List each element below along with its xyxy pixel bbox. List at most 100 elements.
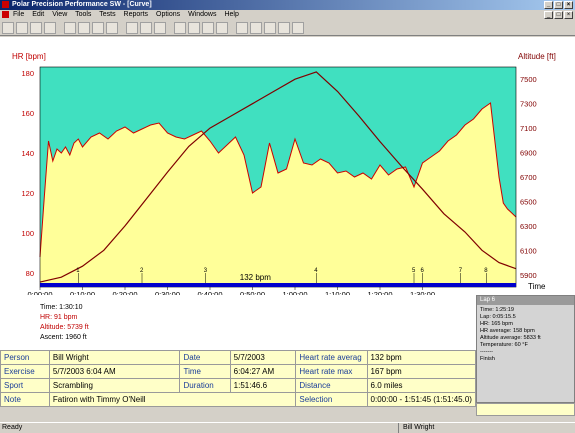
stat-altitude: Altitude: 5739 ft — [40, 324, 89, 331]
menu-help[interactable]: Help — [224, 11, 238, 18]
left-tick-label: 140 — [21, 149, 34, 158]
hr-max-label: Heart rate max — [295, 364, 368, 379]
bar-chart-2-icon[interactable] — [250, 21, 262, 34]
selection-label: Selection — [295, 392, 368, 407]
right-tick-label: 6700 — [520, 173, 537, 182]
right-tick-label: 7500 — [520, 75, 537, 84]
distance-value: 6.0 miles — [366, 378, 477, 393]
person-value[interactable]: Bill Wright — [48, 350, 181, 365]
close-button[interactable]: × — [564, 1, 573, 9]
right-tick-label: 6100 — [520, 246, 537, 255]
chart-icon[interactable] — [126, 21, 138, 34]
info-icon[interactable] — [216, 21, 228, 34]
left-tick-label: 160 — [21, 109, 34, 118]
save-icon[interactable] — [16, 21, 28, 34]
bar-icon[interactable] — [154, 21, 166, 34]
menu-edit[interactable]: Edit — [32, 11, 44, 18]
distance-label: Distance — [295, 378, 368, 393]
person-icon[interactable] — [64, 21, 76, 34]
exercise-value[interactable]: 5/7/2003 6:04 AM — [48, 364, 181, 379]
person-label: Person — [0, 350, 50, 365]
note-value[interactable]: Fatiron with Timmy O'Neill — [48, 392, 297, 407]
app-icon — [2, 1, 9, 8]
right-tick-label: 7100 — [520, 124, 537, 133]
duration-value[interactable]: 1:51:46.6 — [229, 378, 297, 393]
folder-icon[interactable] — [106, 21, 118, 34]
sport-value[interactable]: Scrambling — [48, 378, 181, 393]
bar-chart-4-icon[interactable] — [278, 21, 290, 34]
info-table-end-cell — [476, 403, 575, 416]
table-icon[interactable] — [140, 21, 152, 34]
bar-chart-5-icon[interactable] — [292, 21, 304, 34]
left-tick-label: 100 — [21, 229, 34, 238]
search-icon[interactable] — [174, 21, 186, 34]
exercise-info-table: Person Bill Wright Date 5/7/2003 Heart r… — [0, 350, 477, 407]
menu-reports[interactable]: Reports — [124, 11, 149, 18]
hr-avg-value: 132 bpm — [366, 350, 477, 365]
date-value[interactable]: 5/7/2003 — [229, 350, 297, 365]
stat-ascent: Ascent: 1960 ft — [40, 334, 87, 341]
lap-line: Temperature: 60 °F — [480, 342, 528, 348]
menu-tests[interactable]: Tests — [99, 11, 115, 18]
lap-line: Altitude average: 5833 ft — [480, 335, 541, 341]
print-icon[interactable] — [30, 21, 42, 34]
right-tick-label: 7300 — [520, 100, 537, 109]
time-value[interactable]: 6:04:27 AM — [229, 364, 297, 379]
threshold-label: 132 bpm — [240, 273, 271, 282]
minimize-button[interactable]: _ — [544, 1, 553, 9]
note-label: Note — [0, 392, 50, 407]
calendar-icon[interactable] — [92, 21, 104, 34]
curve-chart[interactable]: 132 bpm 1 2 3 4 5 6 7 8 80 100 120 140 160 180 5900 6100… — [0, 37, 575, 299]
exercise-label: Exercise — [0, 364, 50, 379]
chart-svg[interactable]: 132 bpm1 2 3 4 5 6 7 88010012014016018059006100… — [0, 37, 575, 299]
zoom-icon[interactable] — [188, 21, 200, 34]
mdi-minimize-button[interactable]: _ — [544, 11, 553, 19]
mdi-close-button[interactable]: × — [564, 11, 573, 19]
bar-chart-3-icon[interactable] — [264, 21, 276, 34]
menu-file[interactable]: File — [13, 11, 24, 18]
title-bar: Polar Precision Performance SW - [Curve]… — [0, 0, 575, 10]
zoom-out-icon[interactable] — [202, 21, 214, 34]
maximize-button[interactable]: □ — [554, 1, 563, 9]
mdi-restore-button[interactable]: □ — [554, 11, 563, 19]
menu-view[interactable]: View — [52, 11, 67, 18]
stat-time: Time: 1:30:10 — [40, 304, 83, 311]
document-icon — [2, 11, 9, 18]
lap-line: Finish — [480, 356, 495, 362]
toolbar — [0, 20, 575, 36]
menu-options[interactable]: Options — [156, 11, 180, 18]
date-label: Date — [179, 350, 231, 365]
hr-max-value: 167 bpm — [366, 364, 477, 379]
right-tick-label: 5900 — [520, 271, 537, 280]
open-icon[interactable] — [2, 21, 14, 34]
hr-avg-label: Heart rate averag — [295, 350, 368, 365]
menu-tools[interactable]: Tools — [75, 11, 91, 18]
bar-chart-1-icon[interactable] — [236, 21, 248, 34]
x-axis-label: Time — [528, 282, 546, 291]
menu-bar: File Edit View Tools Tests Reports Optio… — [0, 10, 575, 20]
left-tick-label: 120 — [21, 189, 34, 198]
lap-line: Lap: 0:05:15.5 — [480, 314, 516, 320]
exercise-icon[interactable] — [78, 21, 90, 34]
y-axis-right-label: Altitude [ft] — [518, 52, 556, 61]
status-bar: Ready Bill Wright — [0, 422, 575, 433]
menu-windows[interactable]: Windows — [188, 11, 216, 18]
lap-line: Time: 1:25:19 — [480, 307, 514, 313]
left-tick-label: 180 — [21, 69, 34, 78]
lap-info-popup: Lap 6 Time: 1:25:19 Lap: 0:05:15.5 HR: 1… — [476, 295, 575, 403]
lap-bar — [40, 283, 516, 287]
y-axis-left-label: HR [bpm] — [12, 52, 46, 61]
right-tick-label: 6300 — [520, 222, 537, 231]
time-label: Time — [179, 364, 231, 379]
duration-label: Duration — [179, 378, 231, 393]
selection-value[interactable]: 0:00:00 - 1:51:45 (1:51:45.0) — [366, 392, 477, 407]
lap-line: HR: 165 bpm — [480, 321, 513, 327]
preview-icon[interactable] — [44, 21, 56, 34]
stat-hr: HR: 91 bpm — [40, 314, 78, 321]
right-tick-label: 6900 — [520, 149, 537, 158]
sport-label: Sport — [0, 378, 50, 393]
lap-title: Lap 6 — [477, 296, 574, 305]
lap-line: HR average: 158 bpm — [480, 328, 535, 334]
left-tick-label: 80 — [26, 269, 34, 278]
right-tick-label: 6500 — [520, 197, 537, 206]
